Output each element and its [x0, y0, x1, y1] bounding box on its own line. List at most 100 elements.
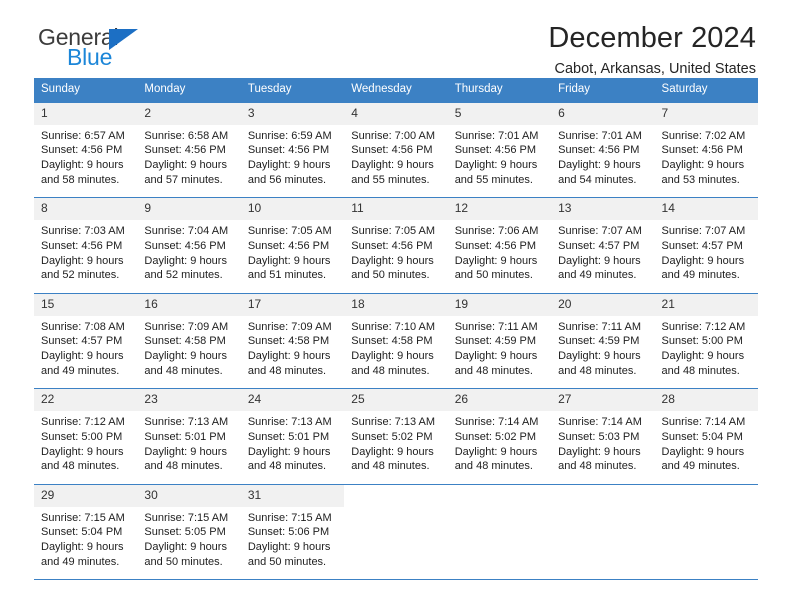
day-number: 20 [551, 293, 655, 316]
calendar-day-cell[interactable]: 3 Sunrise: 6:59 AM Sunset: 4:56 PM Daylight… [240, 102, 345, 198]
daylight-text-line2: and 48 minutes. [351, 460, 430, 473]
calendar-week-row: 22 Sunrise: 7:12 AM Sunset: 5:00 PM Dayligh… [34, 388, 758, 484]
calendar-day-cell[interactable]: 27 Sunrise: 7:14 AM Sunset: 5:03 PM Dayligh… [551, 389, 655, 484]
daylight-text-line2: and 48 minutes. [454, 460, 533, 473]
calendar-day-cell[interactable]: 25 Sunrise: 7:13 AM Sunset: 5:02 PM Dayligh… [344, 389, 448, 484]
calendar-day-cell[interactable]: 6 Sunrise: 7:01 AM Sunset: 4:56 PM Daylight… [551, 102, 655, 198]
calendar-day-cell[interactable]: 17 Sunrise: 7:09 AM Sunset: 4:58 PM Dayligh… [240, 293, 345, 389]
day-number: 1 [34, 102, 138, 125]
calendar-day-cell[interactable]: 28 Sunrise: 7:14 AM Sunset: 5:04 PM Dayligh… [654, 389, 758, 484]
weekday-header-wednesday: Wednesday [351, 83, 412, 95]
calendar-day-cell[interactable]: 5 Sunrise: 7:01 AM Sunset: 4:56 PM Daylight… [447, 102, 552, 198]
sunrise-text: Sunrise: 7:14 AM [661, 416, 746, 429]
day-details: Sunrise: 6:58 AM Sunset: 4:56 PM Daylight:… [137, 125, 240, 188]
day-number: 30 [137, 484, 241, 507]
daylight-text-line1: Daylight: 9 hours [558, 254, 641, 267]
calendar-day-cell[interactable]: 20 Sunrise: 7:11 AM Sunset: 4:59 PM Dayligh… [551, 293, 655, 389]
day-number: 4 [344, 102, 448, 125]
calendar-day-cell[interactable]: 31 Sunrise: 7:15 AM Sunset: 5:06 PM Dayligh… [240, 484, 345, 580]
calendar-day-cell[interactable]: 11 Sunrise: 7:05 AM Sunset: 4:56 PM Dayligh… [344, 198, 448, 293]
sunset-text: Sunset: 4:58 PM [144, 335, 226, 348]
page-title: December 2024 [548, 22, 756, 54]
calendar-day-cell[interactable]: 13 Sunrise: 7:07 AM Sunset: 4:57 PM Dayligh… [551, 198, 655, 293]
daylight-text-line2: and 48 minutes. [144, 364, 223, 377]
sunset-text: Sunset: 4:56 PM [661, 144, 743, 157]
sunset-text: Sunset: 5:01 PM [144, 430, 226, 443]
brand-logo[interactable]: General Blue [38, 26, 138, 69]
day-number: 2 [137, 102, 241, 125]
day-number: 14 [654, 198, 758, 221]
daylight-text-line2: and 55 minutes. [454, 173, 533, 186]
calendar-day-cell[interactable]: 1 Sunrise: 6:57 AM Sunset: 4:56 PM Daylight… [34, 102, 138, 198]
day-number [551, 484, 655, 502]
calendar-day-cell[interactable]: 12 Sunrise: 7:06 AM Sunset: 4:56 PM Dayligh… [447, 198, 552, 293]
weekday-header-friday: Friday [558, 83, 591, 95]
sunrise-text: Sunrise: 7:13 AM [351, 416, 436, 429]
calendar-day-cell[interactable]: 30 Sunrise: 7:15 AM Sunset: 5:05 PM Dayligh… [137, 484, 241, 580]
sunrise-text: Sunrise: 7:10 AM [351, 320, 436, 333]
calendar-day-cell[interactable]: 22 Sunrise: 7:12 AM Sunset: 5:00 PM Dayligh… [34, 389, 138, 484]
sunrise-text: Sunrise: 7:12 AM [661, 320, 746, 333]
calendar-day-cell[interactable]: 8 Sunrise: 7:03 AM Sunset: 4:56 PM Daylight… [34, 198, 138, 293]
calendar-day-cell[interactable]: 9 Sunrise: 7:04 AM Sunset: 4:56 PM Daylight… [137, 198, 241, 293]
day-details: Sunrise: 6:59 AM Sunset: 4:56 PM Daylight:… [241, 125, 344, 188]
calendar-day-cell[interactable]: 4 Sunrise: 7:00 AM Sunset: 4:56 PM Daylight… [344, 102, 448, 198]
daylight-text-line1: Daylight: 9 hours [247, 541, 331, 554]
day-details: Sunrise: 7:11 AM Sunset: 4:59 PM Daylight:… [448, 316, 551, 379]
day-number: 10 [240, 198, 345, 221]
daylight-text-line2: and 56 minutes. [247, 173, 327, 186]
calendar-day-cell[interactable]: 24 Sunrise: 7:13 AM Sunset: 5:01 PM Dayligh… [240, 389, 345, 484]
calendar-bottom-border [34, 579, 758, 581]
sunset-text: Sunset: 4:56 PM [144, 144, 226, 157]
sunrise-text: Sunrise: 7:13 AM [144, 416, 229, 429]
daylight-text-line1: Daylight: 9 hours [661, 445, 745, 458]
daylight-text-line1: Daylight: 9 hours [247, 254, 331, 267]
calendar-day-cell[interactable]: 19 Sunrise: 7:11 AM Sunset: 4:59 PM Dayligh… [447, 293, 552, 389]
sunset-text: Sunset: 5:05 PM [144, 526, 226, 539]
calendar-day-cell[interactable]: 29 Sunrise: 7:15 AM Sunset: 5:04 PM Dayligh… [34, 484, 138, 580]
sunset-text: Sunset: 4:56 PM [41, 144, 123, 157]
daylight-text-line1: Daylight: 9 hours [41, 159, 124, 172]
sunrise-text: Sunrise: 7:06 AM [454, 225, 539, 238]
sunrise-text: Sunrise: 6:58 AM [144, 129, 229, 142]
day-details: Sunrise: 7:13 AM Sunset: 5:01 PM Daylight:… [137, 411, 240, 474]
day-number: 23 [137, 389, 241, 412]
brand-triangle-icon [109, 29, 138, 50]
calendar-day-cell[interactable]: 10 Sunrise: 7:05 AM Sunset: 4:56 PM Dayligh… [240, 198, 345, 293]
daylight-text-line2: and 48 minutes. [661, 364, 740, 377]
calendar-weeks: 1 Sunrise: 6:57 AM Sunset: 4:56 PM Daylight… [34, 102, 758, 580]
calendar-day-cell[interactable]: 26 Sunrise: 7:14 AM Sunset: 5:02 PM Dayligh… [447, 389, 552, 484]
sunset-text: Sunset: 5:00 PM [41, 430, 123, 443]
sunset-text: Sunset: 4:57 PM [661, 239, 743, 252]
daylight-text-line1: Daylight: 9 hours [41, 541, 124, 554]
sunrise-text: Sunrise: 6:57 AM [41, 129, 125, 142]
calendar-day-cell[interactable]: 15 Sunrise: 7:08 AM Sunset: 4:57 PM Dayligh… [34, 293, 138, 389]
daylight-text-line2: and 51 minutes. [247, 269, 327, 282]
daylight-text-line1: Daylight: 9 hours [144, 445, 227, 458]
day-number: 13 [551, 198, 655, 221]
daylight-text-line1: Daylight: 9 hours [454, 159, 538, 172]
day-details [655, 502, 758, 506]
sunrise-text: Sunrise: 7:05 AM [247, 225, 332, 238]
calendar-day-cell[interactable]: 21 Sunrise: 7:12 AM Sunset: 5:00 PM Dayligh… [654, 293, 758, 389]
sunrise-text: Sunrise: 7:09 AM [144, 320, 229, 333]
calendar-day-cell[interactable]: 16 Sunrise: 7:09 AM Sunset: 4:58 PM Dayligh… [137, 293, 241, 389]
sunset-text: Sunset: 4:58 PM [247, 335, 330, 348]
daylight-text-line1: Daylight: 9 hours [41, 350, 124, 363]
daylight-text-line1: Daylight: 9 hours [558, 445, 641, 458]
sunset-text: Sunset: 4:56 PM [247, 239, 330, 252]
day-number: 15 [34, 293, 138, 316]
day-number: 17 [240, 293, 345, 316]
sunset-text: Sunset: 5:04 PM [41, 526, 123, 539]
weekday-header-monday: Monday [144, 83, 186, 95]
sunrise-text: Sunrise: 7:03 AM [41, 225, 125, 238]
calendar-day-cell[interactable]: 2 Sunrise: 6:58 AM Sunset: 4:56 PM Daylight… [137, 102, 241, 198]
calendar-day-cell[interactable]: 23 Sunrise: 7:13 AM Sunset: 5:01 PM Dayligh… [137, 389, 241, 484]
calendar-day-cell[interactable]: 14 Sunrise: 7:07 AM Sunset: 4:57 PM Dayligh… [654, 198, 758, 293]
sunrise-text: Sunrise: 7:14 AM [454, 416, 539, 429]
sunrise-text: Sunrise: 7:15 AM [144, 511, 229, 524]
sunrise-text: Sunrise: 7:01 AM [558, 129, 642, 142]
calendar-day-cell[interactable]: 18 Sunrise: 7:10 AM Sunset: 4:58 PM Dayligh… [344, 293, 448, 389]
day-number: 25 [344, 389, 448, 412]
calendar-day-cell[interactable]: 7 Sunrise: 7:02 AM Sunset: 4:56 PM Daylight… [654, 102, 758, 198]
